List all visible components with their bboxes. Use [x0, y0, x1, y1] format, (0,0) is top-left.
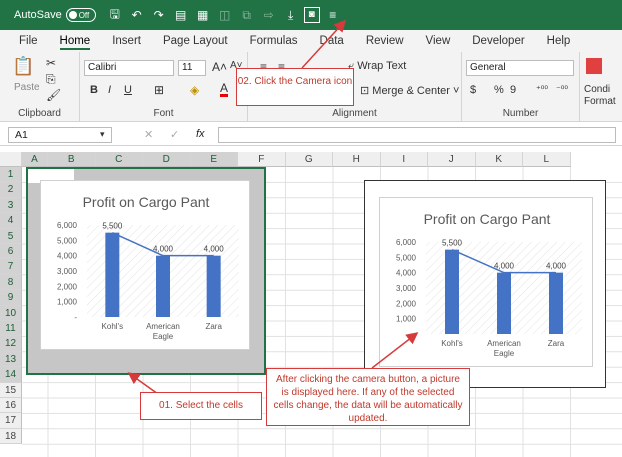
info-callout: After clicking the camera button, a pict… [266, 368, 470, 426]
select-callout: 01. Select the cells [140, 392, 262, 420]
camera-callout: 02. Click the Camera icon [236, 68, 354, 106]
